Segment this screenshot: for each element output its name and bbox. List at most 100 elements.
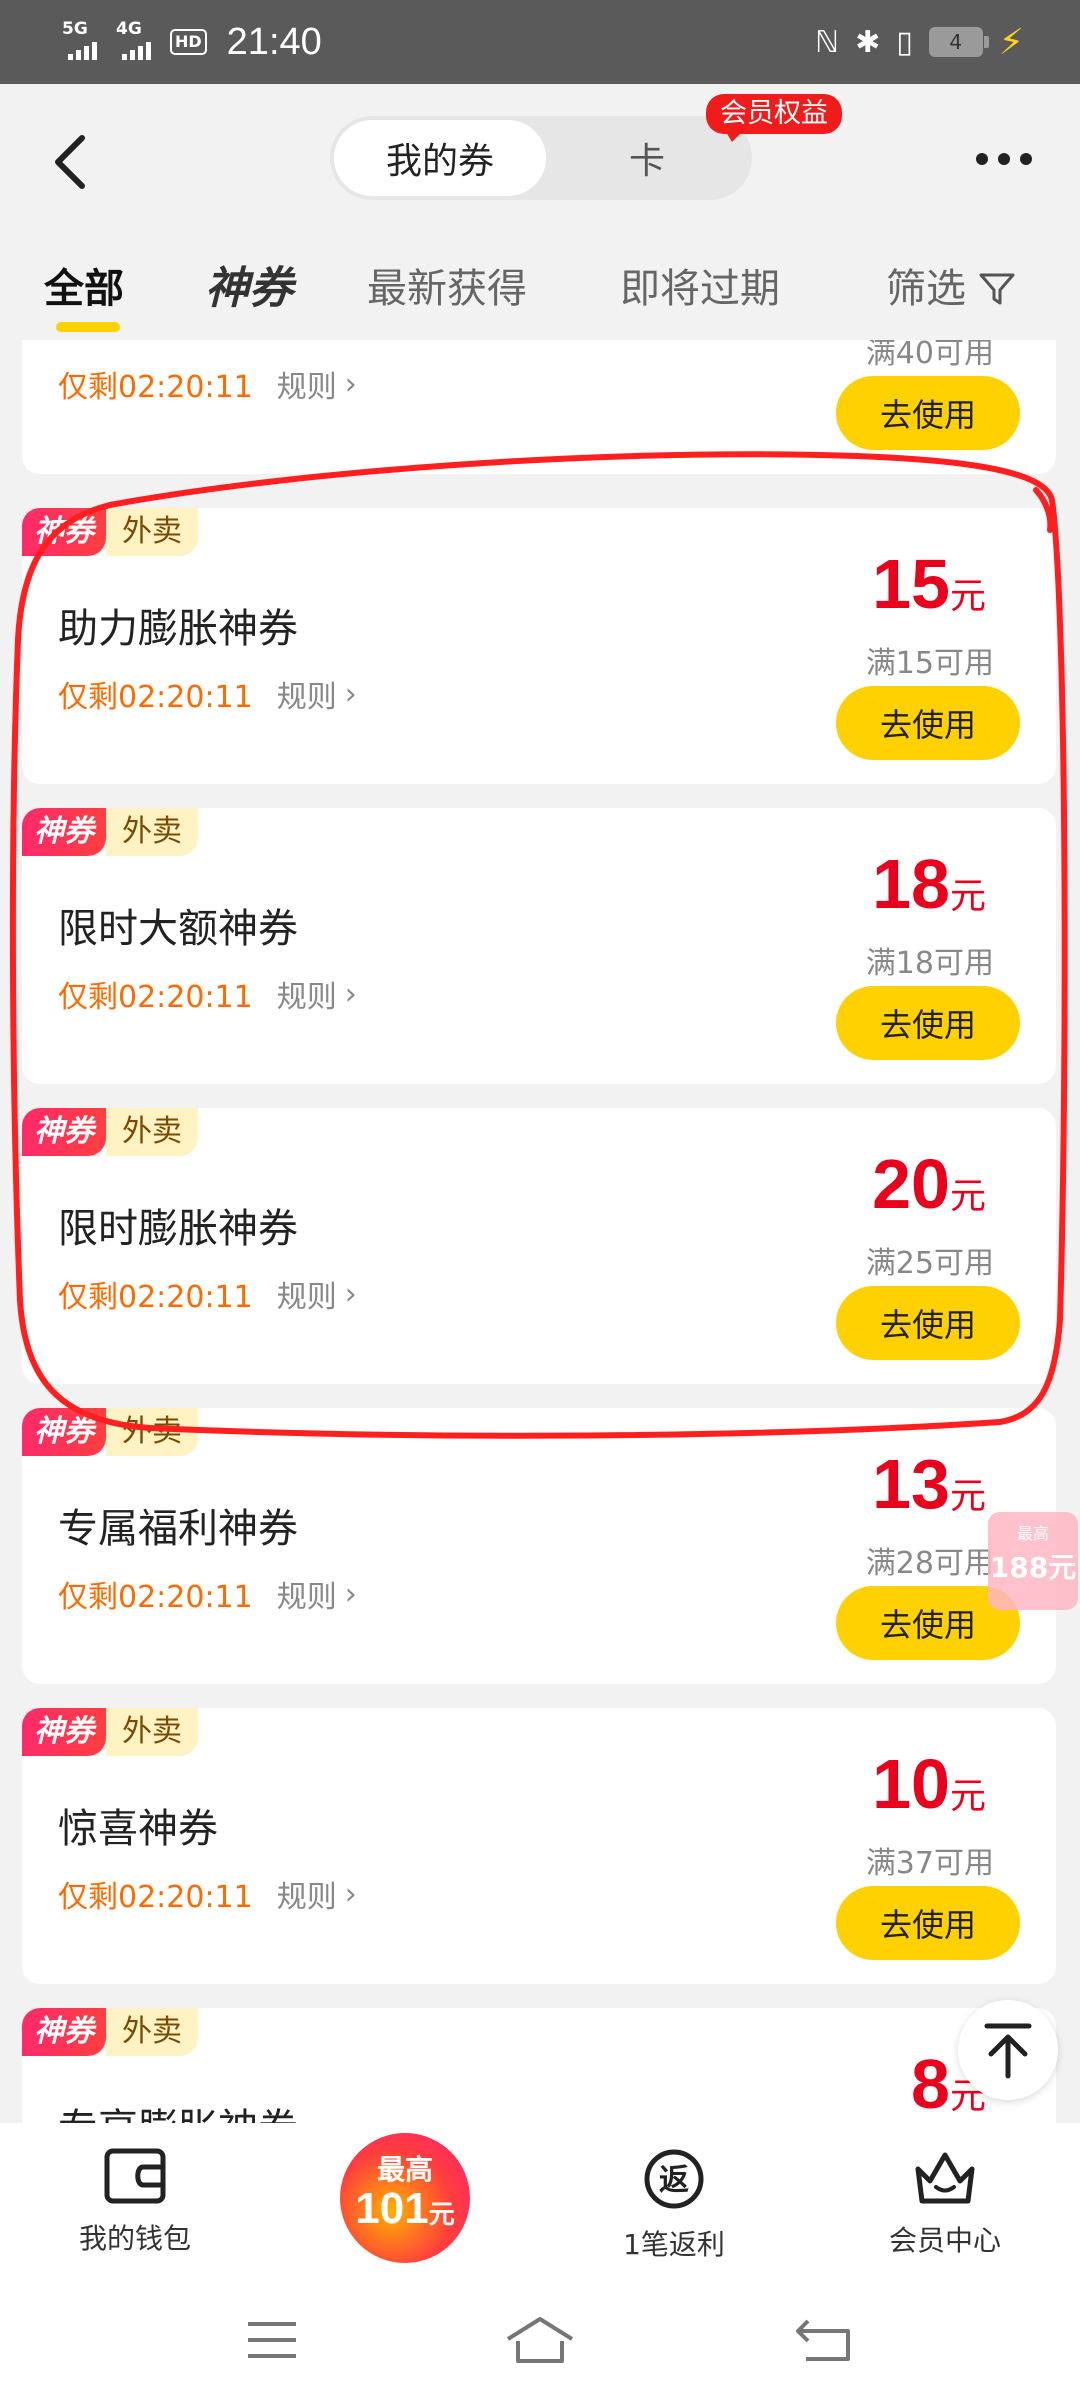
coupon-title: 助力膨胀神券 [58,606,298,652]
use-coupon-button[interactable]: 去使用 [836,1286,1020,1360]
chevron-right-icon: › [344,976,357,1012]
promo-amount: 101 [355,2183,429,2233]
waimai-tag: 外卖 [106,2008,198,2056]
promo-unit: 元 [428,2199,455,2230]
countdown-text: 仅剩02:20:11 [58,1580,253,1615]
waimai-tag: 外卖 [106,1108,198,1156]
promo-amount: 188元 [989,1551,1077,1584]
waimai-tag: 外卖 [106,508,198,556]
floating-promo[interactable]: 最高 188元 [988,1512,1078,1610]
promo-label: 最高 [1016,1524,1049,1543]
coupon-card: 神券 外卖 限时膨胀神券 仅剩02:20:11 规则 › 20元 满25可用 去使… [22,1108,1056,1384]
waimai-tag: 外卖 [106,1708,198,1756]
back-system-button[interactable] [784,2308,864,2372]
dot-icon [998,153,1010,165]
svg-text:返: 返 [659,2163,689,2198]
usage-condition: 满25可用 [865,1246,994,1281]
more-button[interactable] [976,144,1032,174]
hd-voice-icon: HD [170,29,207,55]
tab-all[interactable]: 全部 [44,254,124,332]
shen-coupon-tag: 神券 [22,808,106,856]
nav-member-label: 会员中心 [888,2224,1001,2257]
coupon-card: 神券 外卖 限时大额神券 仅剩02:20:11 规则 › 18元 满18可用 去使… [22,808,1056,1084]
wallet-icon [104,2148,166,2204]
segment-my-coupons[interactable]: 我的券 [334,120,546,196]
shen-coupon-tag: 神券 [22,2008,106,2056]
coupon-amount: 20元 [872,1145,986,1223]
system-navigation-bar [0,2280,1080,2400]
usage-condition: 满18可用 [865,946,994,981]
promo-top-label: 最高 [376,2152,433,2186]
coupon-title: 限时膨胀神券 [58,1206,298,1252]
nav-rebate-label: 1笔返利 [623,2228,725,2261]
chevron-left-icon [55,135,85,189]
use-coupon-button[interactable]: 去使用 [836,1886,1020,1960]
shen-coupon-tag: 神券 [22,1108,106,1156]
chevron-right-icon: › [344,1276,357,1312]
usage-condition: 满28可用 [865,1546,994,1581]
rule-link[interactable]: 规则 [277,672,337,716]
countdown-text: 仅剩02:20:11 [58,680,253,715]
battery-icon: 4 [928,27,989,57]
rule-link[interactable]: 规则 [277,362,337,406]
coupon-title: 专属福利神券 [58,1506,298,1552]
clock: 21:40 [226,20,322,63]
rule-link[interactable]: 规则 [277,972,337,1016]
filter-tabs: 全部 神券 最新获得 即将过期 筛选 [0,254,1080,340]
bottom-nav: 我的钱包 最高 101元 返 1笔返利 会员中心 [0,2123,1080,2280]
rule-link[interactable]: 规则 [277,1872,337,1916]
tab-newest[interactable]: 最新获得 [367,254,527,324]
coupon-card: 神券外卖 专享膨胀神券 8元 [22,2008,1056,2123]
coupon-amount: 13元 [872,1445,986,1523]
member-benefits-badge[interactable]: 会员权益 [706,94,842,142]
coupon-card: 神券 外卖 专属福利神券 仅剩02:20:11 规则 › 13元 满28可用 去使… [22,1408,1056,1684]
nav-wallet[interactable]: 我的钱包 [35,2147,235,2257]
scroll-to-top-button[interactable] [958,2000,1058,2100]
signal-4g-icon: 4G [116,21,156,62]
max-discount-promo[interactable]: 最高 101元 [340,2133,470,2263]
use-coupon-button[interactable]: 去使用 [836,376,1020,450]
countdown-text: 仅剩02:20:11 [58,1280,253,1315]
vibrate-icon: ▯ [896,24,913,60]
home-button[interactable] [500,2308,580,2372]
segment-control: 我的券 卡 [330,116,752,200]
nav-member-center[interactable]: 会员中心 [845,2147,1045,2259]
coupon-card: 神券 外卖 助力膨胀神券 仅剩02:20:11 规则 › 15元 满15可用 去使… [22,508,1056,784]
back-button[interactable] [40,122,100,202]
rule-link[interactable]: 规则 [277,1572,337,1616]
coupon-list[interactable]: 仅剩02:20:11 规则 › 满40可用 去使用 神券 外卖 助力膨胀神券 仅剩… [0,340,1080,2123]
shen-coupon-tag: 神券 [22,1708,106,1756]
bluetooth-icon: ✱ [855,24,881,60]
tab-filter[interactable]: 筛选 [886,254,1016,324]
use-coupon-button[interactable]: 去使用 [836,986,1020,1060]
crown-basket-icon [915,2152,975,2204]
chevron-right-icon: › [344,366,357,402]
status-bar: 5G 4G HD 21:40 ℕ ✱ ▯ 4 ⚡ [0,0,1080,84]
return-icon [796,2319,850,2361]
shen-coupon-tag: 神券 [22,1408,106,1456]
coupon-title: 专享膨胀神券 [58,2096,298,2123]
waimai-tag: 外卖 [106,1408,198,1456]
home-icon [506,2317,574,2363]
usage-condition: 满40可用 [865,340,994,371]
nav-wallet-label: 我的钱包 [78,2222,191,2255]
tab-expiring[interactable]: 即将过期 [620,254,780,324]
countdown-text: 仅剩02:20:11 [58,980,253,1015]
chevron-right-icon: › [344,1576,357,1612]
nav-rebate[interactable]: 返 1笔返利 [574,2147,774,2263]
countdown-text: 仅剩02:20:11 [58,1880,253,1915]
coupon-title: 惊喜神券 [58,1806,218,1852]
charging-icon: ⚡ [998,21,1024,63]
recent-apps-button[interactable] [232,2308,312,2372]
dot-icon [1020,153,1032,165]
filter-label: 筛选 [886,266,966,312]
coupon-amount: 15元 [872,545,986,623]
usage-condition: 满37可用 [865,1846,994,1881]
dot-icon [976,153,988,165]
nfc-icon: ℕ [815,24,840,60]
use-coupon-button[interactable]: 去使用 [836,686,1020,760]
tab-shen-coupon[interactable]: 神券 [205,254,293,324]
coupon-amount: 18元 [872,845,986,923]
rule-link[interactable]: 规则 [277,1272,337,1316]
coupon-title: 限时大额神券 [58,906,298,952]
